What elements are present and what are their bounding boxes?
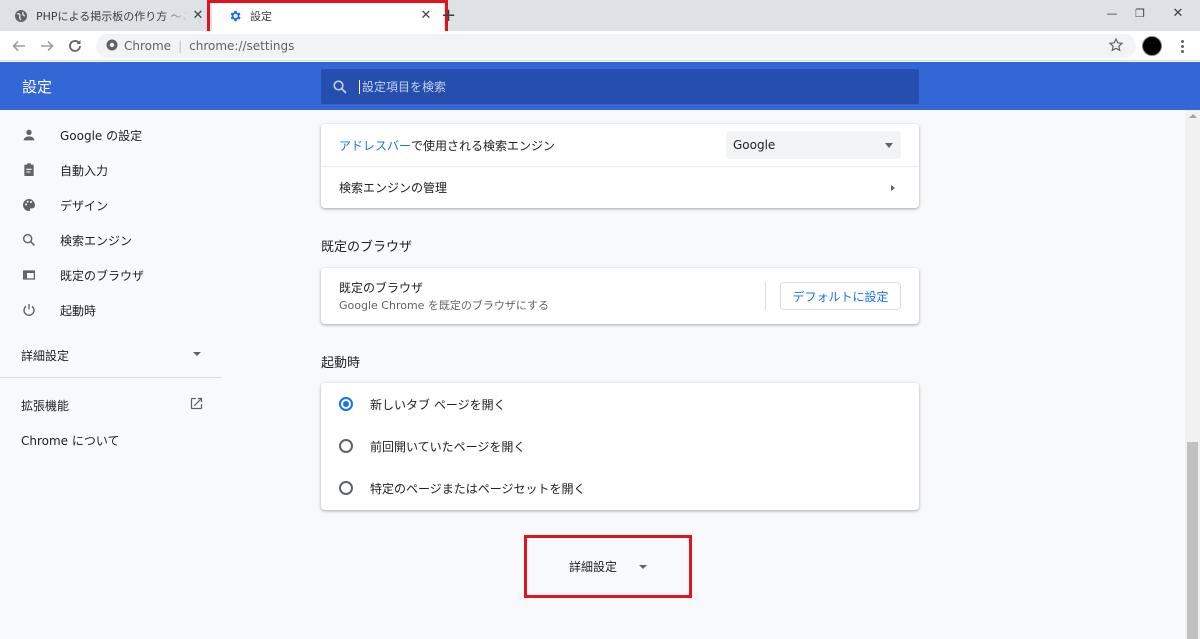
- sidebar-item-label: デザイン: [60, 198, 109, 213]
- forward-arrow-icon: [41, 40, 54, 52]
- default-browser-card: 既定のブラウザ Google Chrome を既定のブラウザにする デフォルトに…: [321, 268, 919, 324]
- search-engine-row: アドレスバー で使用される検索エンジン Google: [321, 124, 919, 166]
- sidebar-divider: [0, 377, 222, 378]
- sidebar-advanced[interactable]: 詳細設定: [21, 347, 69, 364]
- radio-unchecked-icon[interactable]: [339, 439, 353, 453]
- search-engine-row-label: で使用される検索エンジン: [411, 138, 556, 153]
- radio-unchecked-icon[interactable]: [339, 481, 353, 495]
- scrollbar-thumb[interactable]: [1187, 442, 1198, 639]
- sidebar-extensions[interactable]: 拡張機能: [21, 397, 69, 414]
- page-scrollbar[interactable]: [1185, 110, 1200, 639]
- tab-close-icon[interactable]: ✕: [188, 8, 208, 23]
- settings-search-box[interactable]: [321, 69, 919, 104]
- default-browser-subtitle: Google Chrome を既定のブラウザにする: [339, 299, 550, 312]
- manage-search-engines-label: 検索エンジンの管理: [339, 181, 448, 195]
- sidebar-item-label: 自動入力: [60, 163, 109, 178]
- new-tab-button[interactable]: +: [441, 5, 456, 26]
- reload-button[interactable]: [64, 35, 86, 57]
- profile-avatar[interactable]: [1142, 36, 1162, 56]
- power-icon: [0, 302, 60, 318]
- bookmark-star-icon[interactable]: [1108, 37, 1124, 56]
- open-in-new-icon[interactable]: [189, 396, 204, 414]
- startup-option-label: 新しいタブ ページを開く: [370, 397, 506, 412]
- sidebar-about-chrome[interactable]: Chrome について: [21, 432, 120, 449]
- startup-option-label: 前回開いていたページを開く: [370, 439, 526, 454]
- manage-search-engines-row[interactable]: 検索エンジンの管理: [321, 166, 919, 208]
- more-menu-icon[interactable]: [1174, 36, 1190, 56]
- tab-php-board[interactable]: PHPによる掲示板の作り方 〜ここは ✕: [0, 0, 216, 31]
- sidebar-item-label: 検索エンジン: [60, 233, 133, 248]
- address-bar-link[interactable]: アドレスバー: [339, 137, 411, 154]
- sidebar-item-autofill[interactable]: 自動入力: [0, 153, 222, 187]
- startup-card: 新しいタブ ページを開く 前回開いていたページを開く 特定のページまたはページセ…: [321, 383, 919, 510]
- chip-separator: |: [178, 39, 183, 53]
- make-default-button[interactable]: デフォルトに設定: [780, 282, 901, 310]
- url-text[interactable]: chrome://settings: [189, 39, 294, 53]
- search-engine-select[interactable]: Google: [726, 131, 901, 159]
- sidebar-item-google[interactable]: Google の設定: [0, 118, 222, 152]
- back-arrow-icon: [12, 40, 25, 52]
- forward-button[interactable]: [36, 35, 58, 57]
- tab-strip: PHPによる掲示板の作り方 〜ここは ✕ 設定 ✕ + — ❐ ✕: [0, 0, 1200, 36]
- default-browser-section-title: 既定のブラウザ: [321, 240, 413, 255]
- address-bar[interactable]: Chrome | chrome://settings: [96, 34, 1136, 58]
- chevron-right-icon: [891, 185, 895, 191]
- scroll-up-arrow-icon[interactable]: [1189, 114, 1197, 118]
- sidebar-about-label: Chrome について: [21, 434, 120, 448]
- sidebar-item-default-browser[interactable]: 既定のブラウザ: [0, 258, 222, 292]
- sidebar-item-label: 既定のブラウザ: [60, 268, 145, 283]
- settings-header: 設定: [0, 62, 1200, 110]
- startup-option-label: 特定のページまたはページセットを開く: [370, 481, 586, 496]
- sidebar-item-appearance[interactable]: デザイン: [0, 188, 222, 222]
- startup-section-title: 起動時: [321, 356, 361, 371]
- default-browser-title: 既定のブラウザ: [339, 281, 424, 295]
- sidebar-item-startup[interactable]: 起動時: [0, 293, 222, 327]
- chevron-down-icon: [639, 564, 647, 569]
- startup-option[interactable]: 特定のページまたはページセットを開く: [321, 467, 919, 509]
- origin-chip: Chrome: [124, 39, 172, 53]
- sidebar-item-label: 起動時: [60, 303, 97, 318]
- globe-icon: [14, 9, 28, 23]
- sidebar-item-search-engine[interactable]: 検索エンジン: [0, 223, 222, 257]
- startup-option[interactable]: 新しいタブ ページを開く: [321, 383, 919, 425]
- sidebar-advanced-label: 詳細設定: [21, 349, 70, 363]
- sidebar-extensions-label: 拡張機能: [21, 399, 70, 413]
- startup-option[interactable]: 前回開いていたページを開く: [321, 425, 919, 467]
- tab-title: PHPによる掲示板の作り方 〜ここは: [36, 9, 188, 23]
- vertical-separator: [765, 282, 766, 310]
- restore-icon: ❐: [1135, 6, 1145, 20]
- dropdown-caret-icon: [885, 143, 893, 148]
- search-input[interactable]: [359, 79, 879, 94]
- browser-icon: [0, 267, 60, 283]
- minimize-icon: —: [1106, 6, 1118, 20]
- window-close-button[interactable]: ✕: [1156, 0, 1200, 26]
- browser-toolbar: Chrome | chrome://settings: [0, 31, 1200, 61]
- advanced-settings-button[interactable]: 詳細設定: [524, 535, 692, 598]
- reload-icon: [69, 40, 81, 52]
- person-icon: [0, 127, 60, 143]
- advanced-settings-label: 詳細設定: [568, 560, 617, 574]
- sidebar-item-label: Google の設定: [60, 128, 143, 143]
- clipboard-icon: [0, 162, 60, 178]
- palette-icon: [0, 197, 60, 213]
- page-title: 設定: [22, 78, 53, 96]
- radio-checked-icon[interactable]: [339, 397, 353, 411]
- select-value: Google: [733, 138, 776, 152]
- search-icon: [321, 79, 359, 94]
- close-icon: ✕: [1172, 5, 1184, 21]
- chrome-logo-icon: [106, 39, 118, 54]
- search-icon: [0, 232, 60, 248]
- chevron-down-icon: [193, 352, 201, 356]
- back-button[interactable]: [8, 35, 30, 57]
- search-engine-card: アドレスバー で使用される検索エンジン Google 検索エンジンの管理: [321, 124, 919, 208]
